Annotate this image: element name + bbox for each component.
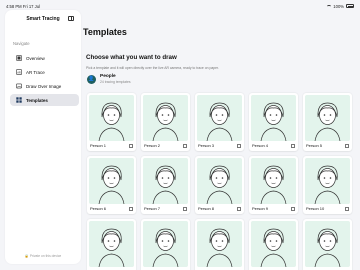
person-sketch-icon [206,165,233,205]
template-card[interactable]: Person 7 [141,156,190,214]
sidebar-item-label: AR Trace [26,69,45,75]
person-sketch-icon [152,228,179,268]
template-card[interactable]: Person 9 [249,156,298,214]
wifi-icon [327,4,332,8]
template-thumbnail [251,158,296,205]
privacy-note: 🔒 Private on this device [24,254,62,258]
template-thumbnail [305,95,350,142]
template-card[interactable]: Person 15 [303,219,352,270]
template-thumbnail [89,221,134,268]
person-sketch-icon [152,102,179,142]
template-label: Person 10 [306,206,325,211]
expand-icon[interactable] [129,144,133,148]
template-thumbnail [251,221,296,268]
helper-text: Pick a template and it will open directl… [86,66,219,70]
template-label: Person 1 [90,143,107,148]
person-sketch-icon [260,165,287,205]
template-card[interactable]: Person 6 [87,156,136,214]
person-sketch-icon [260,102,287,142]
expand-icon[interactable] [237,144,241,148]
template-card[interactable]: Person 3 [195,93,244,151]
template-thumbnail [89,95,134,142]
person-sketch-icon [206,102,233,142]
template-thumbnail [305,221,350,268]
expand-icon[interactable] [183,207,187,211]
page-title: Templates [83,27,127,37]
image-icon [16,83,22,89]
expand-icon[interactable] [129,207,133,211]
person-sketch-icon [206,228,233,268]
template-card[interactable]: Person 13 [195,219,244,270]
template-thumbnail [143,158,188,205]
ar-icon: AR [16,69,22,75]
battery-icon [346,4,354,8]
people-icon: 👤 [87,74,96,84]
template-card[interactable]: Person 11 [87,219,136,270]
person-sketch-icon [314,228,341,268]
expand-icon[interactable] [345,144,349,148]
nav-section-label: Navigate [13,41,30,46]
status-right: 100% [327,4,354,9]
sidebar: Smart Tracing Navigate Overview AR AR Tr… [5,10,81,264]
template-card[interactable]: Person 5 [303,93,352,151]
template-card[interactable]: Person 2 [141,93,190,151]
template-label: Person 9 [252,206,269,211]
template-card[interactable]: Person 1 [87,93,136,151]
person-sketch-icon [98,228,125,268]
sidebar-item-label: Overview [26,55,45,61]
template-label: Person 4 [252,143,269,148]
template-card[interactable]: Person 8 [195,156,244,214]
overview-icon [16,55,22,61]
template-card[interactable]: Person 10 [303,156,352,214]
template-thumbnail [197,221,242,268]
person-sketch-icon [314,165,341,205]
templates-icon [16,97,22,103]
template-label: Person 6 [90,206,107,211]
status-time: 4:58 PM Fri 17 Jul [6,4,41,9]
template-thumbnail [197,95,242,142]
category-count: 24 tracing templates [100,80,131,84]
template-thumbnail [305,158,350,205]
section-heading: Choose what you want to draw [86,54,177,61]
person-sketch-icon [152,165,179,205]
expand-icon[interactable] [291,144,295,148]
battery-percent: 100% [333,3,344,9]
template-label: Person 3 [198,143,215,148]
person-sketch-icon [314,102,341,142]
sidebar-item-templates[interactable]: Templates [10,94,79,106]
svg-text:AR: AR [17,70,21,74]
template-thumbnail [143,95,188,142]
template-thumbnail [89,158,134,205]
template-label: Person 8 [198,206,215,211]
expand-icon[interactable] [183,144,187,148]
sidebar-item-label: Draw Over Image [26,83,62,89]
sidebar-item-ar-trace[interactable]: AR AR Trace [10,66,79,78]
template-thumbnail [197,158,242,205]
sidebar-item-overview[interactable]: Overview [10,52,79,64]
person-sketch-icon [98,165,125,205]
person-sketch-icon [98,102,125,142]
expand-icon[interactable] [345,207,349,211]
category-name: People [100,74,116,79]
template-card[interactable]: Person 12 [141,219,190,270]
template-label: Person 2 [144,143,161,148]
main-content: Templates Choose what you want to draw P… [83,10,358,270]
template-card[interactable]: Person 14 [249,219,298,270]
sidebar-toggle-icon[interactable] [68,15,74,21]
template-thumbnail [251,95,296,142]
template-card[interactable]: Person 4 [249,93,298,151]
person-sketch-icon [260,228,287,268]
sidebar-item-draw-over-image[interactable]: Draw Over Image [10,80,79,92]
template-thumbnail [143,221,188,268]
expand-icon[interactable] [237,207,241,211]
template-label: Person 5 [306,143,323,148]
expand-icon[interactable] [291,207,295,211]
sidebar-item-label: Templates [26,97,48,103]
template-label: Person 7 [144,206,161,211]
category-people: 👤 People 24 tracing templates [87,74,131,84]
